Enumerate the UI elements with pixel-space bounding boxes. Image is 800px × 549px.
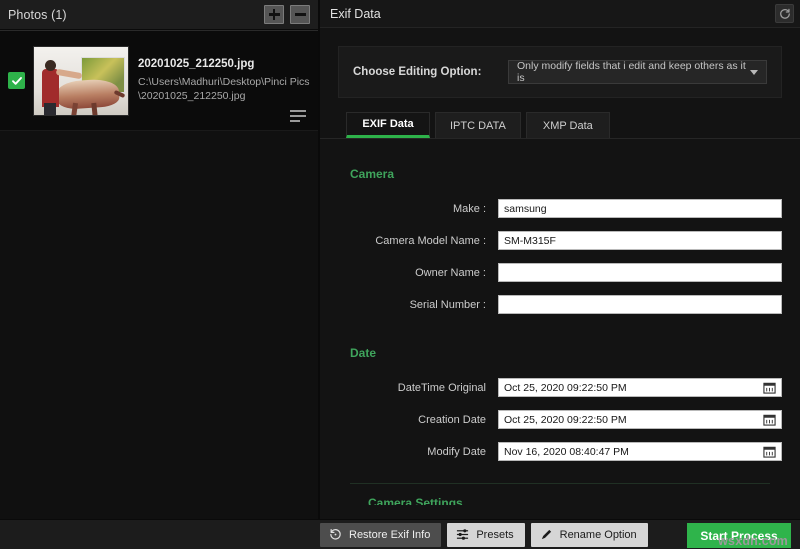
field-row-creation-date: Creation Date Oct 25, 2020 09:22:50 PM [338,406,782,433]
field-value-camera-model-name: SM-M315F [504,234,556,247]
exif-panel-title: Exif Data [330,6,381,21]
refresh-button[interactable] [775,4,794,23]
field-label-make: Make : [452,202,486,215]
field-row-make: Make : samsung [338,195,782,222]
field-label-modify-date: Modify Date [427,445,486,458]
thumbnail-person-head [45,59,56,71]
field-label-creation-date: Creation Date [418,413,486,426]
exif-fields: Camera Make : samsung Camera Model Name … [320,167,800,505]
calendar-icon[interactable] [763,381,776,394]
field-input-make[interactable]: samsung [498,199,782,218]
menu-line [290,110,306,112]
field-label-serial-number: Serial Number : [409,298,486,311]
field-label-owner-name: Owner Name : [415,266,486,279]
rename-option-label: Rename Option [559,528,637,541]
restore-exif-info-label: Restore Exif Info [349,528,431,541]
exif-editor-window: Photos (1) 20201025_212250.jpg C:\Users\… [0,0,800,549]
exif-fields-scroll-area[interactable]: Choose Editing Option: Only modify field… [320,28,800,519]
field-input-serial-number[interactable] [498,295,782,314]
thumbnail-person-legs [44,102,56,115]
remove-photos-button[interactable] [290,5,310,24]
section-title-date: Date [350,346,377,360]
menu-line [290,120,300,122]
photos-panel-title: Photos (1) [8,7,67,22]
photo-details: 20201025_212250.jpg C:\Users\Madhuri\Des… [129,58,312,103]
photo-file-name: 20201025_212250.jpg [138,58,255,70]
tab-exif-data[interactable]: EXIF Data [346,112,430,138]
photos-panel: Photos (1) 20201025_212250.jpg C:\Users\… [0,0,318,519]
sliders-icon [456,528,469,541]
field-row-owner-name: Owner Name : [338,259,782,286]
pencil-icon [540,528,553,541]
chevron-down-icon [750,69,758,75]
calendar-icon[interactable] [763,413,776,426]
rename-option-button[interactable]: Rename Option [530,522,648,547]
start-process-button[interactable]: Start Process [687,523,791,548]
section-title-camera-settings: Camera Settings [368,496,463,505]
calendar-icon[interactable] [763,445,776,458]
field-input-datetime-original[interactable]: Oct 25, 2020 09:22:50 PM [498,378,782,397]
field-input-creation-date[interactable]: Oct 25, 2020 09:22:50 PM [498,410,782,429]
field-value-modify-date: Nov 16, 2020 08:40:47 PM [504,445,629,458]
field-input-camera-model-name[interactable]: SM-M315F [498,231,782,250]
field-row-datetime-original: DateTime Original Oct 25, 2020 09:22:50 … [338,374,782,401]
photo-select-checkbox[interactable] [8,72,25,89]
editing-option-container: Choose Editing Option: Only modify field… [338,46,782,98]
editing-option-label: Choose Editing Option: [353,66,482,78]
exif-panel-header: Exif Data [320,0,800,28]
restore-exif-info-button[interactable]: Restore Exif Info [320,522,442,547]
field-label-camera-model-name: Camera Model Name : [375,234,486,247]
editing-option-selected-value: Only modify fields that i edit and keep … [517,60,746,84]
field-value-creation-date: Oct 25, 2020 09:22:50 PM [504,413,627,426]
presets-label: Presets [476,528,514,541]
check-icon [11,76,22,85]
editing-option-dropdown[interactable]: Only modify fields that i edit and keep … [508,60,767,84]
field-input-owner-name[interactable] [498,263,782,282]
field-label-datetime-original: DateTime Original [397,381,486,394]
photo-file-path: C:\Users\Madhuri\Desktop\Pinci Pics\2020… [138,76,310,102]
restore-icon [329,528,342,541]
start-process-label: Start Process [700,528,778,543]
tabs-divider [320,138,800,139]
section-title-camera: Camera [350,167,395,181]
tab-xmp-data[interactable]: XMP Data [525,112,610,138]
refresh-icon [779,8,790,19]
field-input-modify-date[interactable]: Nov 16, 2020 08:40:47 PM [498,442,782,461]
field-row-modify-date: Modify Date Nov 16, 2020 08:40:47 PM [338,438,782,465]
field-row-serial-number: Serial Number : [338,291,782,318]
photo-options-menu-icon[interactable] [290,110,306,122]
photo-thumbnail[interactable] [33,45,129,116]
plus-icon-vertical [272,9,276,20]
menu-line [290,115,306,117]
presets-button[interactable]: Presets [447,522,525,547]
photos-panel-header: Photos (1) [0,0,318,30]
field-value-datetime-original: Oct 25, 2020 09:22:50 PM [504,381,627,394]
exif-data-panel: Exif Data Choose Editing Option: Only mo… [318,0,800,519]
tab-iptc-data[interactable]: IPTC DATA [435,112,521,138]
add-photos-button[interactable] [264,5,284,24]
minus-icon [294,13,306,16]
bottom-toolbar: Restore Exif Info Presets Rename Option … [0,519,800,549]
exif-tabs: EXIF Data IPTC DATA XMP Data [346,112,800,138]
section-divider [350,483,770,484]
list-item[interactable]: 20201025_212250.jpg C:\Users\Madhuri\Des… [0,31,318,131]
field-row-camera-model-name: Camera Model Name : SM-M315F [338,227,782,254]
field-value-make: samsung [504,202,547,215]
photo-list[interactable]: 20201025_212250.jpg C:\Users\Madhuri\Des… [0,30,318,519]
